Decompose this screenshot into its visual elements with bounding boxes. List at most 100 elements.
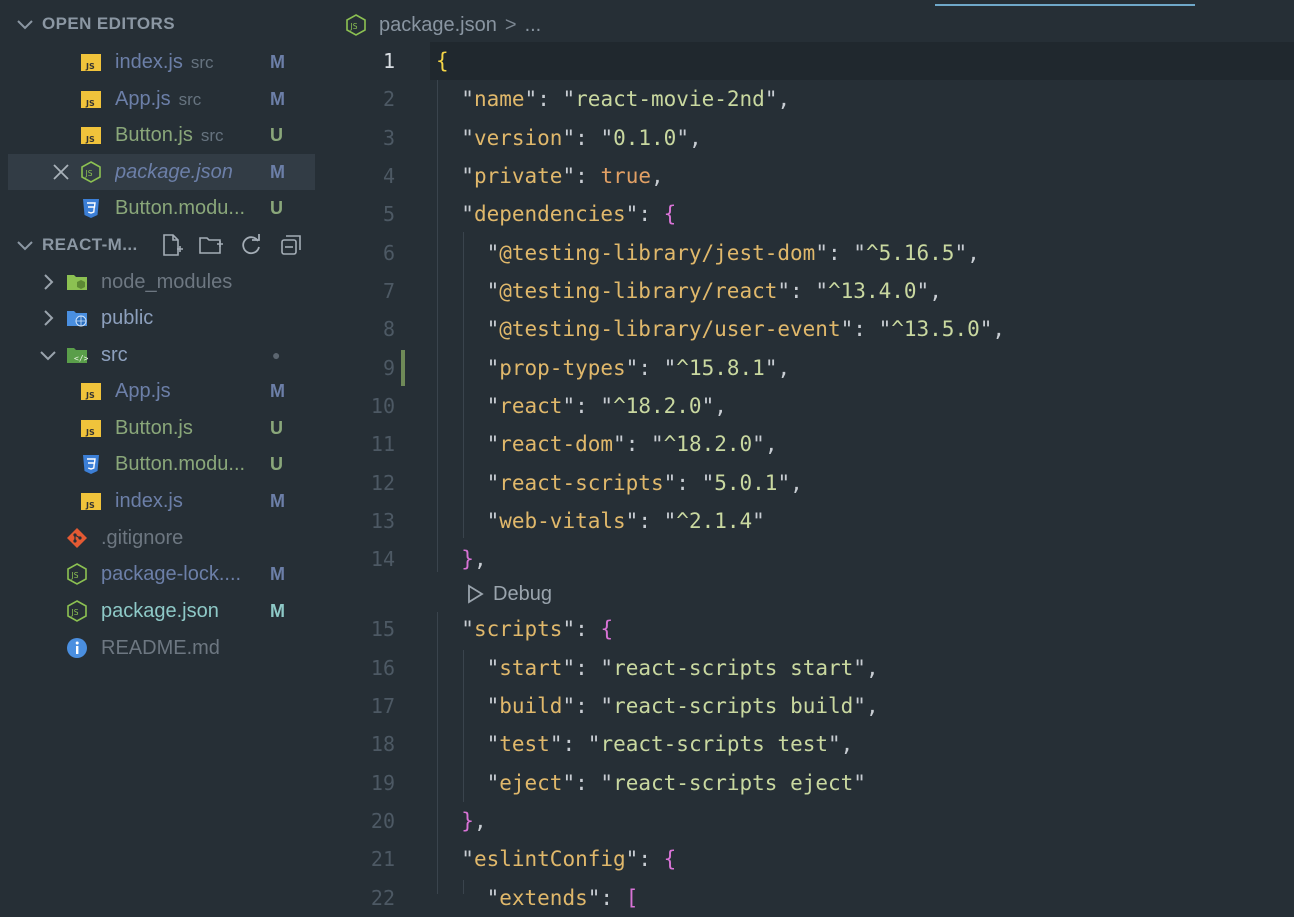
svg-text:JS: JS	[85, 169, 93, 178]
git-status-badge: M	[270, 88, 285, 109]
code-line[interactable]: "build": "react-scripts build",	[436, 687, 879, 725]
line-number: 10	[370, 394, 395, 418]
tree-folder-open[interactable]: </> src ●	[0, 337, 315, 373]
modified-dot: ●	[272, 347, 281, 363]
svg-text:JS: JS	[350, 22, 358, 31]
code-line[interactable]: "react-scripts": "5.0.1",	[436, 464, 803, 502]
line-number: 5	[382, 202, 395, 226]
code-editor[interactable]: JS package.json > ... 1 2 3 4 5 6 7 8 9 …	[315, 0, 1294, 910]
tree-folder[interactable]: node_modules	[0, 264, 315, 300]
code-line[interactable]: "eject": "react-scripts eject"	[436, 764, 866, 802]
project-header[interactable]: REACT-M...	[0, 228, 315, 262]
tree-file[interactable]: .gitignore	[0, 520, 315, 556]
file-name: README.md	[101, 636, 220, 659]
code-line[interactable]: "web-vitals": "^2.1.4"	[436, 502, 765, 540]
git-icon	[66, 527, 88, 549]
code-line[interactable]: "eslintConfig": {	[436, 840, 676, 878]
chevron-right-icon	[38, 272, 58, 292]
tree-file[interactable]: JS package.json M	[0, 593, 315, 629]
code-line[interactable]: "extends": [	[436, 879, 639, 917]
explorer-sidebar: OPEN EDITORS JS index.js src M JS App.js s…	[0, 0, 315, 894]
open-editor-item[interactable]: JS index.js src M	[0, 44, 315, 80]
chevron-down-icon	[15, 14, 35, 34]
new-file-icon[interactable]	[159, 232, 185, 258]
breadcrumb-more[interactable]: ...	[525, 14, 542, 37]
file-name: index.js	[115, 489, 183, 512]
open-editors-title: OPEN EDITORS	[42, 14, 175, 33]
svg-text:JS: JS	[71, 571, 79, 580]
line-number: 15	[370, 617, 395, 641]
close-icon[interactable]	[50, 161, 72, 183]
nodejs-file-icon: JS	[80, 161, 102, 183]
git-status-badge: M	[270, 600, 285, 621]
open-editors-header[interactable]: OPEN EDITORS	[0, 7, 315, 41]
line-number: 2	[382, 87, 395, 111]
git-status-badge: U	[270, 417, 283, 438]
breadcrumb: JS package.json > ...	[345, 10, 541, 40]
code-line[interactable]: "name": "react-movie-2nd",	[436, 80, 790, 118]
svg-text:JS: JS	[85, 428, 95, 437]
refresh-icon[interactable]	[238, 232, 264, 258]
tree-file[interactable]: README.md	[0, 630, 315, 666]
line-number: 20	[370, 809, 395, 833]
file-name: package.json	[101, 599, 219, 622]
git-status-badge: U	[270, 197, 283, 218]
breadcrumb-separator: >	[504, 13, 517, 36]
gutter-modified-marker	[401, 350, 405, 386]
svg-text:JS: JS	[71, 608, 79, 617]
file-name: Button.modu...	[115, 196, 246, 219]
file-name: node_modules	[101, 270, 233, 293]
tree-file[interactable]: Button.modu... U	[0, 446, 315, 482]
code-line[interactable]: },	[436, 540, 486, 578]
code-line[interactable]: "start": "react-scripts start",	[436, 649, 879, 687]
open-editor-item-selected[interactable]: JS package.json M	[8, 154, 315, 190]
code-line[interactable]: "dependencies": {	[436, 195, 676, 233]
svg-text:</>: </>	[74, 354, 88, 363]
line-number: 17	[370, 694, 395, 718]
tree-folder[interactable]: public	[0, 300, 315, 336]
play-icon	[468, 584, 484, 604]
code-line[interactable]: "@testing-library/jest-dom": "^5.16.5",	[436, 234, 980, 272]
debug-codelens[interactable]: Debug	[465, 578, 552, 610]
node-modules-folder-icon	[66, 271, 88, 293]
nodejs-file-icon: JS	[66, 563, 88, 585]
code-line[interactable]: "prop-types": "^15.8.1",	[436, 349, 791, 387]
tree-file[interactable]: JS App.js M	[0, 373, 315, 409]
js-file-icon: JS	[80, 124, 102, 146]
file-name: Button.modu...	[115, 452, 246, 475]
code-line[interactable]: "test": "react-scripts test",	[436, 725, 854, 763]
tree-file[interactable]: JS Button.js U	[0, 410, 315, 446]
code-line[interactable]: {	[436, 42, 449, 80]
nodejs-file-icon: JS	[345, 14, 367, 36]
line-number: 19	[370, 771, 395, 795]
open-editor-item[interactable]: JS Button.js src U	[0, 117, 315, 153]
code-line[interactable]: },	[436, 802, 486, 840]
line-number: 14	[370, 547, 395, 571]
line-number: 13	[370, 509, 395, 533]
code-line[interactable]: "scripts": {	[436, 610, 613, 648]
file-dir: src	[178, 89, 202, 109]
current-line-highlight	[430, 42, 1294, 80]
file-name: .gitignore	[101, 526, 184, 549]
line-number: 21	[370, 847, 395, 871]
css-file-icon	[80, 453, 102, 475]
open-editor-item[interactable]: JS App.js src M	[0, 81, 315, 117]
line-number: 8	[382, 317, 395, 341]
new-folder-icon[interactable]	[198, 232, 224, 258]
collapse-all-icon[interactable]	[278, 232, 304, 258]
code-line[interactable]: "private": true,	[436, 157, 663, 195]
code-line[interactable]: "@testing-library/react": "^13.4.0",	[436, 272, 942, 310]
code-line[interactable]: "react": "^18.2.0",	[436, 387, 727, 425]
line-number: 16	[370, 656, 395, 680]
code-line[interactable]: "version": "0.1.0",	[436, 119, 701, 157]
tree-file[interactable]: JS package-lock.... M	[0, 556, 315, 592]
open-editor-item[interactable]: Button.modu... U	[0, 190, 315, 226]
code-line[interactable]: "@testing-library/user-event": "^13.5.0"…	[436, 310, 1005, 348]
git-status-badge: U	[270, 124, 283, 145]
git-status-badge: M	[270, 161, 285, 182]
breadcrumb-file[interactable]: package.json	[379, 14, 497, 37]
line-number: 22	[370, 886, 395, 910]
info-icon	[66, 637, 88, 659]
code-line[interactable]: "react-dom": "^18.2.0",	[436, 425, 778, 463]
tree-file[interactable]: JS index.js M	[0, 483, 315, 519]
